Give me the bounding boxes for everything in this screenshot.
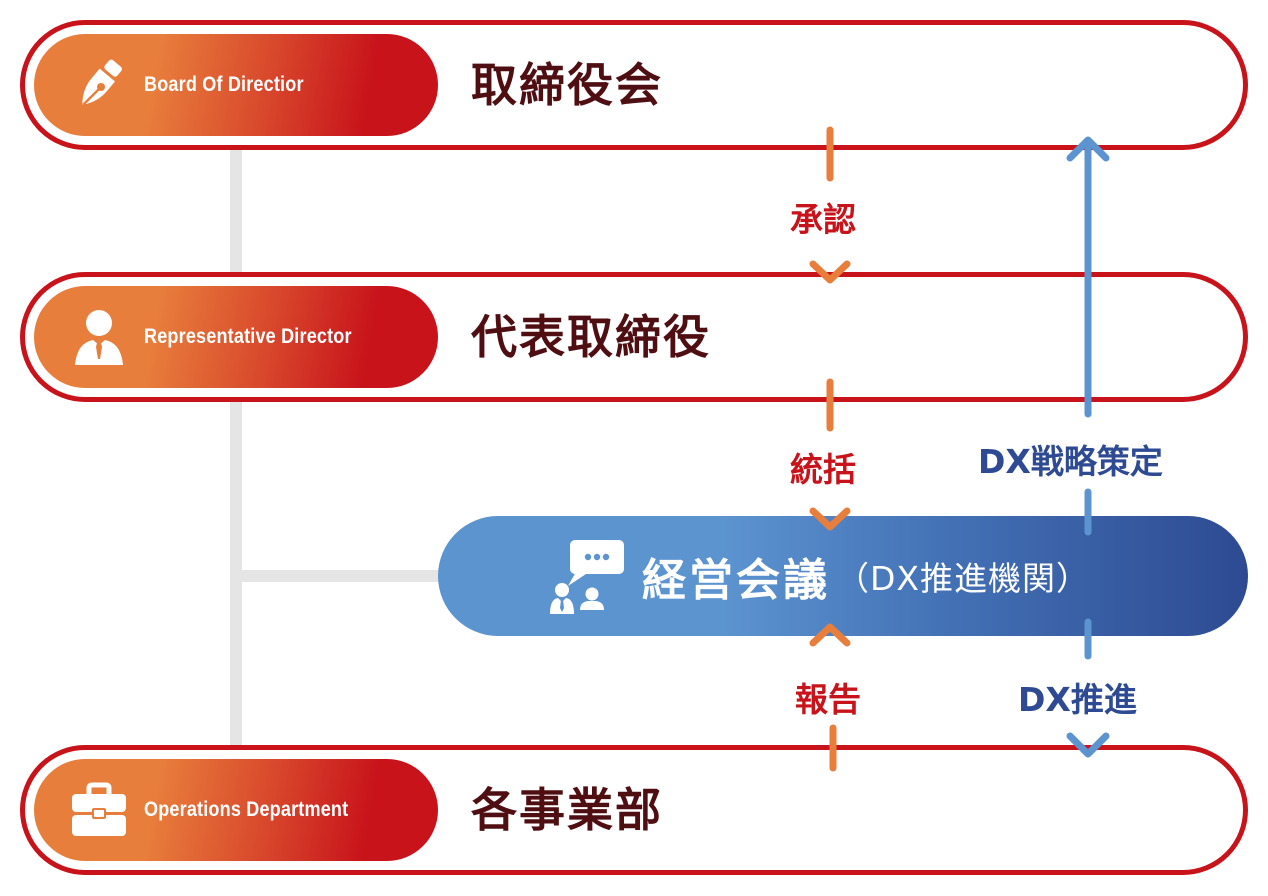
briefcase-icon (68, 779, 130, 841)
representative-director-row: Representative Director 代表取締役 (20, 272, 1248, 402)
fountain-pen-icon (68, 54, 130, 116)
dx-promotion-label: DX推進 (1018, 680, 1137, 719)
board-of-directors-row: Board Of Directior 取締役会 (20, 20, 1248, 150)
dx-strategy-label: DX戦略策定 (978, 442, 1163, 481)
representative-en-label: Representative Director (144, 325, 352, 348)
oversight-label: 統括 (790, 450, 856, 489)
board-en-label: Board Of Directior (144, 73, 304, 96)
meeting-chat-icon (548, 536, 628, 616)
hub-subtitle: （DX推進機関） (836, 559, 1091, 598)
hub-title: 経営会議 (642, 555, 830, 606)
board-badge: Board Of Directior (34, 34, 438, 136)
hub-connector (236, 570, 446, 582)
operations-en-label: Operations Department (144, 798, 349, 821)
representative-jp-title: 代表取締役 (471, 310, 711, 364)
report-label: 報告 (795, 680, 861, 719)
vertical-connector (230, 140, 242, 760)
operations-badge: Operations Department (34, 759, 438, 861)
operations-department-row: Operations Department 各事業部 (20, 745, 1248, 875)
representative-badge: Representative Director (34, 286, 438, 388)
approval-label: 承認 (790, 200, 856, 239)
businessman-icon (68, 306, 130, 368)
board-jp-title: 取締役会 (471, 58, 663, 112)
management-meeting-hub: 経営会議 （DX推進機関） (438, 516, 1248, 636)
operations-jp-title: 各事業部 (471, 783, 663, 837)
